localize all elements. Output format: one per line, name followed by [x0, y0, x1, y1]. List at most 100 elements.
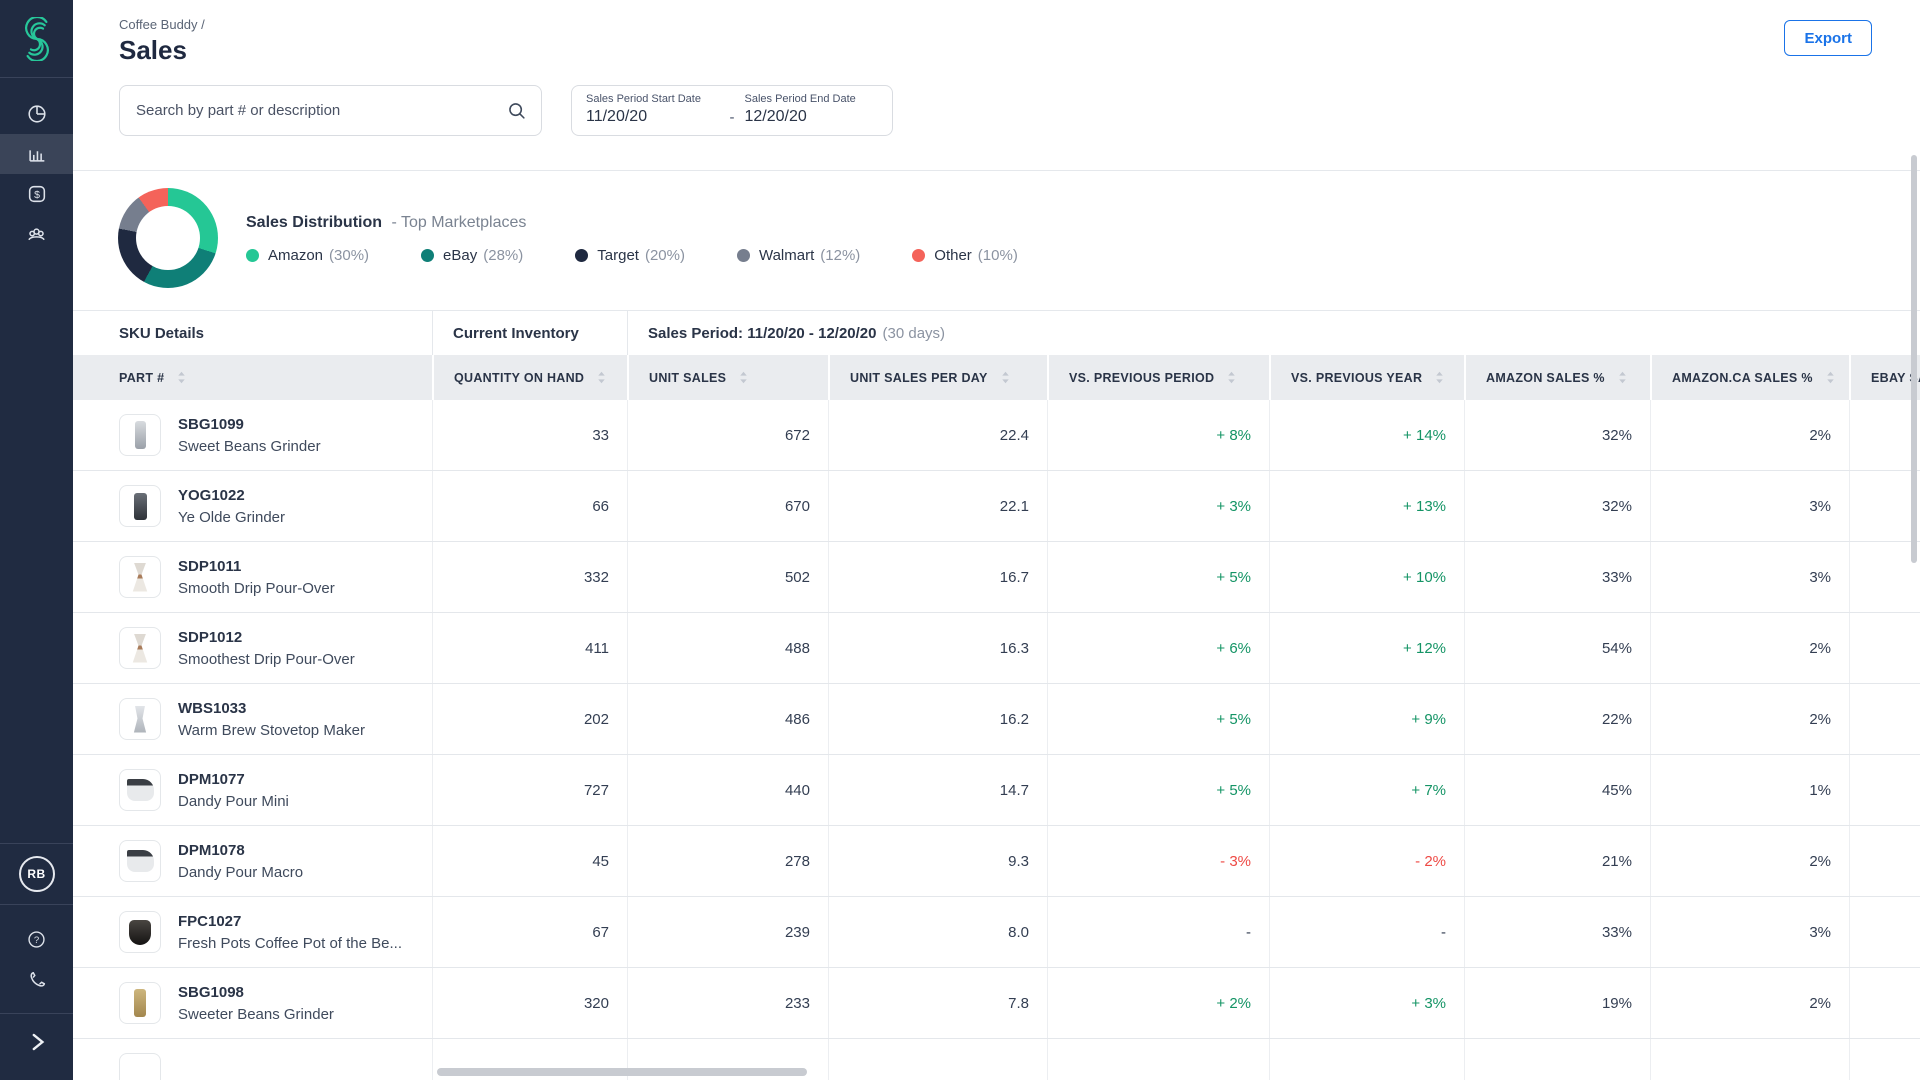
vs-previous-year-value: + 10% [1269, 542, 1464, 612]
vs-previous-year-value: + 7% [1269, 755, 1464, 825]
part-number: SBG1098 [178, 983, 244, 1001]
end-date-field[interactable]: Sales Period End Date 12/20/20 [745, 86, 879, 135]
sort-arrows-icon[interactable] [1824, 368, 1837, 387]
sort-arrows-icon[interactable] [1225, 368, 1238, 387]
sidebar-item-users[interactable] [0, 214, 73, 254]
quantity-on-hand-value: 320 [432, 968, 627, 1038]
table-row[interactable]: FPC1027 Fresh Pots Coffee Pot of the Be.… [73, 897, 1920, 968]
product-description: Ye Olde Grinder [178, 508, 286, 526]
page-header: Coffee Buddy / Sales Export [73, 0, 1920, 66]
help-button[interactable]: ? [0, 919, 73, 959]
sort-arrows-icon[interactable] [999, 368, 1012, 387]
search-input[interactable] [120, 86, 541, 135]
table-row[interactable]: SBG1099 Sweet Beans Grinder 33 672 22.4 … [73, 400, 1920, 471]
app-logo[interactable] [0, 0, 73, 77]
legend-item: Target (20%) [575, 247, 685, 264]
vertical-scrollbar-thumb[interactable] [1911, 155, 1917, 563]
chevron-right-icon [32, 1033, 44, 1051]
sidebar-nav: $ [0, 78, 73, 254]
ebay-sales-pct-value [1849, 897, 1920, 967]
column-header[interactable]: QUANTITY ON HAND [432, 355, 627, 400]
column-header[interactable]: PART # [73, 355, 432, 400]
chart-legend: Amazon (30%) eBay (28%) Target (20%) Wal… [246, 247, 1018, 264]
sidebar-item-dollar[interactable]: $ [0, 174, 73, 214]
table-row[interactable]: SBG1098 Sweeter Beans Grinder 320 233 7.… [73, 968, 1920, 1039]
sort-arrows-icon[interactable] [595, 368, 608, 387]
pie-chart-icon [27, 105, 46, 123]
sort-arrows-icon[interactable] [1616, 368, 1629, 387]
sidebar-item-pie-chart[interactable] [0, 94, 73, 134]
group-header-current-inventory: Current Inventory [432, 311, 627, 355]
vs-previous-period-value: + 3% [1047, 471, 1269, 541]
column-header[interactable]: VS. PREVIOUS YEAR [1269, 355, 1464, 400]
sort-arrows-icon[interactable] [737, 368, 750, 387]
product-photo [119, 698, 161, 740]
column-header[interactable]: UNIT SALES PER DAY [828, 355, 1047, 400]
horizontal-scrollbar-thumb[interactable] [437, 1068, 807, 1076]
ebay-sales-pct-value [1849, 471, 1920, 541]
column-header-label: PART # [119, 370, 165, 385]
expand-sidebar-button[interactable] [0, 1014, 73, 1070]
legend-percentage: (20%) [644, 247, 685, 264]
unit-sales-value: 502 [627, 542, 828, 612]
amazon-sales-pct-value: 45% [1464, 755, 1650, 825]
ebay-sales-pct-value [1849, 542, 1920, 612]
ebay-sales-pct-value [1849, 613, 1920, 683]
column-header[interactable]: UNIT SALES [627, 355, 828, 400]
search-icon[interactable] [506, 100, 528, 122]
sidebar-item-bar-chart[interactable] [0, 134, 73, 174]
amazon-sales-pct-value: 54% [1464, 613, 1650, 683]
legend-label: Other [934, 247, 972, 264]
dollar-square-icon: $ [28, 185, 45, 203]
table-row[interactable]: DPM1078 Dandy Pour Macro 45 278 9.3 - 3%… [73, 826, 1920, 897]
sidebar-divider [0, 904, 73, 905]
amazon-ca-sales-pct-value: 3% [1650, 542, 1849, 612]
user-avatar[interactable]: RB [18, 856, 55, 892]
product-description: Warm Brew Stovetop Maker [178, 721, 365, 739]
part-number: SBG1099 [178, 415, 244, 433]
svg-text:$: $ [34, 189, 40, 201]
part-number: DPM1078 [178, 841, 245, 859]
phone-button[interactable] [0, 959, 73, 999]
chart-subtitle: - Top Marketplaces [391, 214, 527, 231]
chart-title: Sales Distribution [246, 214, 383, 231]
vs-previous-period-value: + 6% [1047, 613, 1269, 683]
vs-previous-period-value: + 5% [1047, 684, 1269, 754]
sort-arrows-icon[interactable] [1433, 368, 1446, 387]
legend-label: Amazon [268, 247, 324, 264]
vs-previous-period-value: + 5% [1047, 542, 1269, 612]
table-row[interactable]: SDP1011 Smooth Drip Pour-Over 332 502 16… [73, 542, 1920, 613]
table-row[interactable]: WBS1033 Warm Brew Stovetop Maker 202 486… [73, 684, 1920, 755]
table-row[interactable]: SDP1012 Smoothest Drip Pour-Over 411 488… [73, 613, 1920, 684]
vs-previous-period-value: - [1047, 897, 1269, 967]
product-photo [119, 414, 161, 456]
column-header[interactable]: EBAY SALES % [1849, 355, 1920, 400]
legend-label: eBay [443, 247, 478, 264]
amazon-sales-pct-value: 19% [1464, 968, 1650, 1038]
start-date-field[interactable]: Sales Period Start Date 11/20/20 [586, 86, 720, 135]
part-number: SDP1011 [178, 557, 242, 575]
export-button[interactable]: Export [1784, 20, 1872, 56]
product-description: Smoothest Drip Pour-Over [178, 650, 355, 668]
ebay-sales-pct-value [1849, 968, 1920, 1038]
column-header[interactable]: VS. PREVIOUS PERIOD [1047, 355, 1269, 400]
column-header[interactable]: AMAZON SALES % [1464, 355, 1650, 400]
end-date-label: Sales Period End Date [744, 93, 856, 105]
table-row[interactable]: DPM1077 Dandy Pour Mini 727 440 14.7 + 5… [73, 755, 1920, 826]
vs-previous-year-value: + 14% [1269, 400, 1464, 470]
users-group-icon [28, 227, 45, 240]
breadcrumb[interactable]: Coffee Buddy / [119, 17, 205, 32]
legend-label: Target [597, 247, 639, 264]
table-group-header-row: SKU Details Current Inventory Sales Peri… [73, 310, 1920, 355]
group-header-sales-period: Sales Period: 11/20/20 - 12/20/20 (30 da… [627, 311, 1920, 355]
sort-arrows-icon[interactable] [175, 368, 188, 387]
table-row-partial[interactable] [73, 1039, 1920, 1080]
vs-previous-year-value: + 3% [1269, 968, 1464, 1038]
vs-previous-year-value: + 13% [1269, 471, 1464, 541]
column-header[interactable]: AMAZON.CA SALES % [1650, 355, 1849, 400]
column-header-label: VS. PREVIOUS PERIOD [1069, 370, 1215, 385]
page-title: Sales [119, 35, 187, 65]
table-row[interactable]: YOG1022 Ye Olde Grinder 66 670 22.1 + 3%… [73, 471, 1920, 542]
unit-sales-per-day-value: 8.0 [828, 897, 1047, 967]
ebay-sales-pct-value [1849, 826, 1920, 896]
